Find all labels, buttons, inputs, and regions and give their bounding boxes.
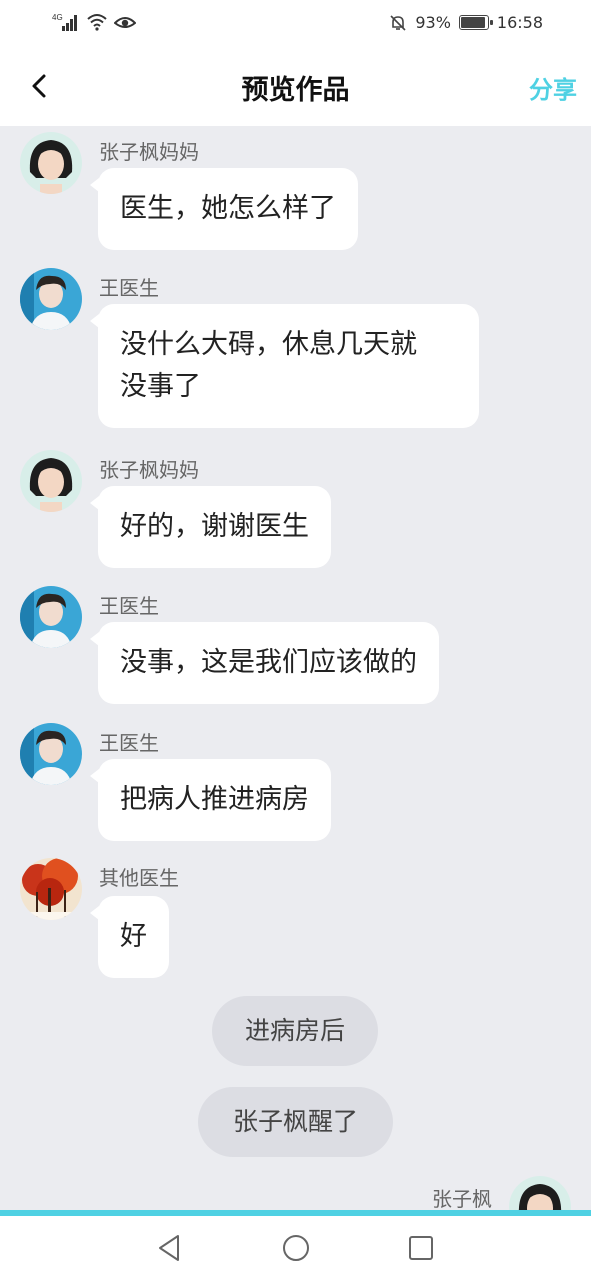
girl-portrait-icon (20, 132, 82, 194)
message-line: 没什么大碍，休息几天就 (120, 329, 417, 360)
sender-name: 张子枫 (432, 1187, 492, 1210)
avatar[interactable] (20, 132, 82, 194)
message-bubble[interactable]: 没事，这是我们应该做的 (90, 622, 439, 704)
avatar[interactable] (20, 450, 82, 512)
sender-name: 张子枫妈妈 (99, 458, 199, 482)
sender-name: 王医生 (99, 276, 159, 300)
status-left: 4G (52, 12, 136, 32)
eye-comfort-icon (114, 17, 136, 28)
doctor-portrait-icon (20, 268, 82, 330)
page-title: 预览作品 (241, 75, 350, 106)
status-right: 93% 16:58 (389, 13, 543, 32)
system-nav-bar (0, 1216, 591, 1280)
sender-name: 王医生 (99, 731, 159, 755)
girl-portrait-icon (509, 1176, 571, 1210)
sender-name: 张子枫妈妈 (99, 140, 199, 164)
message-line: 没事了 (120, 371, 201, 402)
autumn-tree-icon (20, 858, 82, 920)
avatar[interactable] (20, 268, 82, 330)
message-bubble[interactable]: 好的，谢谢医生 (90, 486, 331, 568)
avatar[interactable] (20, 723, 82, 785)
girl-portrait-icon (20, 450, 82, 512)
doctor-portrait-icon (20, 723, 82, 785)
wifi-icon (87, 14, 107, 31)
message-bubble[interactable]: 医生，她怎么样了 (90, 168, 358, 250)
avatar[interactable] (20, 586, 82, 648)
app-header: 预览作品 分享 (0, 46, 591, 126)
home-circle-icon[interactable] (280, 1232, 312, 1264)
share-button[interactable]: 分享 (529, 70, 577, 105)
narration-pill[interactable]: 张子枫醒了 (198, 1087, 393, 1157)
avatar[interactable] (20, 858, 82, 920)
sender-name: 其他医生 (99, 866, 179, 890)
bell-muted-icon (390, 14, 406, 31)
svg-text:4G: 4G (52, 13, 63, 22)
avatar[interactable] (509, 1176, 571, 1210)
message-bubble[interactable]: 把病人推进病房 (90, 759, 331, 841)
battery-icon (458, 15, 493, 30)
message-bubble[interactable]: 好 (90, 896, 169, 978)
narration-pill[interactable]: 进病房后 (212, 996, 378, 1066)
status-bar: 4G 93% 16:58 (0, 0, 591, 46)
cellular-signal-icon: 4G (52, 13, 77, 31)
doctor-portrait-icon (20, 586, 82, 648)
back-triangle-icon[interactable] (154, 1232, 184, 1264)
battery-percent: 93% (415, 13, 451, 32)
message-bubble[interactable]: 没什么大碍，休息几天就 没事了 (90, 304, 479, 428)
chat-area[interactable]: 张子枫妈妈 医生，她怎么样了 王医生 没什么大碍，休息几天就 没事了 张子枫妈妈… (0, 126, 591, 1210)
sender-name: 王医生 (99, 594, 159, 618)
battery-level (460, 17, 485, 28)
recents-square-icon[interactable] (406, 1232, 436, 1264)
clock: 16:58 (496, 13, 543, 32)
